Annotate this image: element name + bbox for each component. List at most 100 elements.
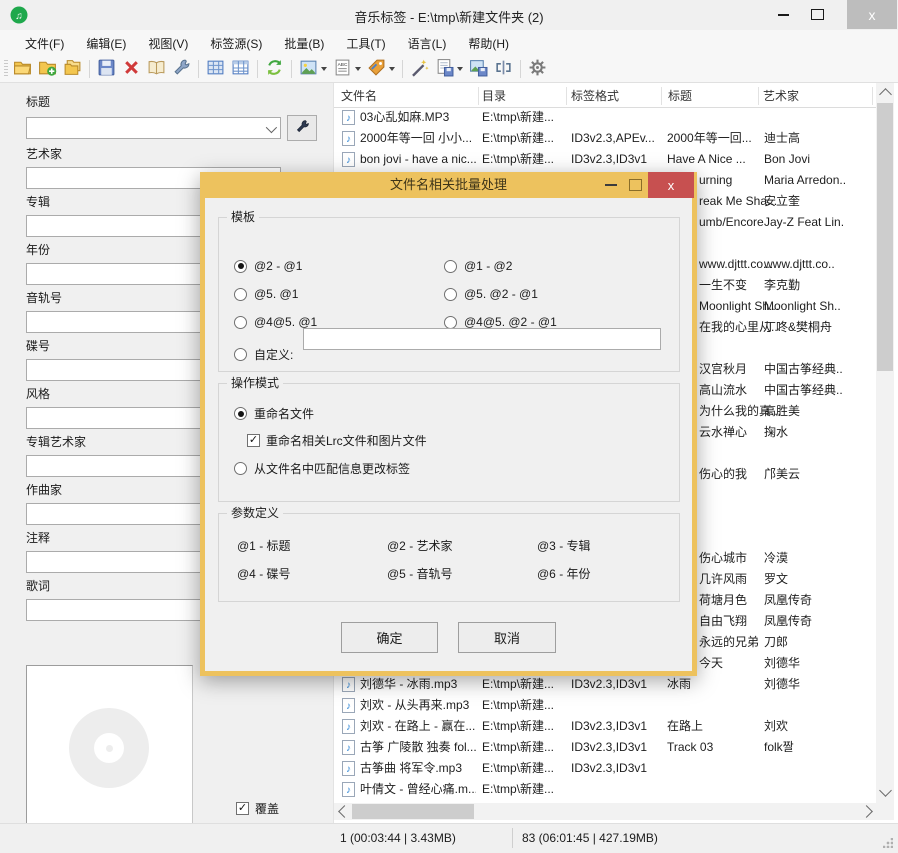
delete-button[interactable] (120, 57, 143, 81)
svg-text:ABC: ABC (338, 62, 348, 68)
title-tools-button[interactable] (287, 115, 317, 141)
menu-item-view[interactable]: 视图(V) (137, 31, 199, 56)
column-header-artist[interactable]: 艺术家 (763, 88, 799, 104)
cell-filename: 古筝曲 将军令.mp3 (360, 758, 476, 779)
template-option-radio-4[interactable]: @4@5. @1 (234, 315, 317, 329)
maximize-button[interactable] (800, 0, 834, 29)
open-folder-button[interactable] (11, 57, 34, 81)
scroll-up-icon[interactable] (879, 88, 892, 101)
settings-button[interactable] (526, 57, 549, 81)
cell-artist: 刘欢 (764, 716, 882, 737)
dialog-minimize-button[interactable] (605, 184, 617, 186)
refresh-button[interactable] (263, 57, 286, 81)
svg-text:♪: ♪ (346, 785, 351, 796)
ok-button[interactable]: 确定 (341, 622, 438, 653)
table-row[interactable]: ♪刘欢 - 在路上 - 赢在...E:\tmp\新建...ID3v2.3,ID3… (334, 716, 894, 737)
dialog-maximize-button[interactable] (629, 179, 642, 191)
file-list-header: 文件名 目录 标签格式 标题 艺术家 (334, 85, 894, 108)
menu-item-batch[interactable]: 批量(B) (273, 31, 335, 56)
table-row[interactable]: ♪bon jovi - have a nic...E:\tmp\新建...ID3… (334, 149, 894, 170)
add-folder-button[interactable] (36, 57, 59, 81)
table-row[interactable]: ♪古筝 广陵散 独奏 fol...E:\tmp\新建...ID3v2.3,ID3… (334, 737, 894, 758)
custom-template-radio[interactable]: 自定义: (234, 346, 293, 363)
horizontal-scrollbar[interactable] (334, 803, 876, 820)
template-option-radio-0[interactable]: @2 - @1 (234, 259, 302, 273)
menu-item-tag-source[interactable]: 标签源(S) (199, 31, 273, 56)
dropdown-arrow-icon[interactable] (389, 67, 395, 71)
column-header-tag-format[interactable]: 标签格式 (571, 88, 619, 104)
fix-tools-button[interactable] (170, 57, 193, 81)
audio-file-icon: ♪ (342, 131, 355, 146)
swap-fields-button[interactable] (492, 57, 515, 81)
open-folders-button[interactable] (61, 57, 84, 81)
table-row[interactable]: ♪2000年等一回 小小...E:\tmp\新建...ID3v2.3,APEv.… (334, 128, 894, 149)
title-combobox[interactable] (26, 117, 281, 139)
menu-item-file[interactable]: 文件(F) (14, 31, 75, 56)
rename-files-radio[interactable]: 重命名文件 (234, 405, 314, 422)
scroll-down-icon[interactable] (879, 784, 892, 797)
vertical-scroll-thumb[interactable] (877, 103, 893, 371)
magic-wand-button[interactable] (408, 57, 431, 81)
overwrite-label: 覆盖 (255, 800, 279, 817)
gear-icon (528, 58, 547, 80)
dropdown-arrow-icon[interactable] (457, 67, 463, 71)
audio-file-icon: ♪ (342, 152, 355, 167)
cover-art-button[interactable] (297, 57, 329, 81)
rename-related-checkbox[interactable]: ✓ 重命名相关Lrc文件和图片文件 (247, 432, 427, 449)
template-option-radio-3[interactable]: @5. @2 - @1 (444, 287, 538, 301)
table-row[interactable]: ♪03心乱如麻.MP3E:\tmp\新建... (334, 107, 894, 128)
dialog-close-button[interactable]: x (648, 172, 694, 198)
resize-grip[interactable] (883, 838, 893, 848)
match-from-filename-radio[interactable]: 从文件名中匹配信息更改标签 (234, 460, 410, 477)
dropdown-arrow-icon[interactable] (321, 67, 327, 71)
save-page-icon (435, 58, 454, 80)
custom-template-input[interactable] (303, 328, 661, 350)
cell-artist: 李克勤 (764, 275, 882, 296)
scroll-left-icon[interactable] (338, 805, 351, 818)
save-page-button[interactable] (433, 57, 465, 81)
minimize-button[interactable] (766, 0, 800, 29)
dropdown-arrow-icon[interactable] (355, 67, 361, 71)
table-row[interactable]: ♪古筝曲 将军令.mp3E:\tmp\新建...ID3v2.3,ID3v1 (334, 758, 894, 779)
scroll-right-icon[interactable] (860, 805, 873, 818)
menu-item-help[interactable]: 帮助(H) (457, 31, 520, 56)
svg-text:♪: ♪ (346, 722, 351, 733)
template-option-radio-1[interactable]: @1 - @2 (444, 259, 512, 273)
column-divider[interactable] (566, 87, 567, 105)
menu-item-edit[interactable]: 编辑(E) (75, 31, 137, 56)
grid-columns-button[interactable] (229, 57, 252, 81)
horizontal-scroll-thumb[interactable] (352, 804, 474, 819)
column-header-filename[interactable]: 文件名 (341, 88, 377, 104)
cancel-button[interactable]: 取消 (458, 622, 556, 653)
cd-icon (69, 708, 149, 788)
menu-item-tools[interactable]: 工具(T) (335, 31, 396, 56)
chevron-down-icon[interactable] (266, 122, 277, 133)
template-option-radio-5[interactable]: @4@5. @2 - @1 (444, 315, 557, 329)
match-from-filename-label: 从文件名中匹配信息更改标签 (254, 460, 410, 477)
template-option-radio-2[interactable]: @5. @1 (234, 287, 298, 301)
column-divider[interactable] (478, 87, 479, 105)
column-divider[interactable] (661, 87, 662, 105)
table-row[interactable]: ♪刘德华 - 冰雨.mp3E:\tmp\新建...ID3v2.3,ID3v1冰雨… (334, 674, 894, 695)
save-button[interactable] (95, 57, 118, 81)
column-divider[interactable] (872, 87, 873, 105)
tag-convert-button[interactable] (365, 57, 397, 81)
close-button[interactable]: x (847, 0, 897, 29)
column-header-title[interactable]: 标题 (668, 88, 692, 104)
cell-artist: 凤凰传奇 (764, 590, 882, 611)
library-button[interactable] (145, 57, 168, 81)
album-art-placeholder[interactable] (26, 665, 193, 832)
lyrics-button[interactable]: ABC (331, 57, 363, 81)
table-row[interactable]: ♪叶倩文 - 曾经心痛.m...E:\tmp\新建... (334, 779, 894, 800)
menu-item-language[interactable]: 语言(L) (397, 31, 458, 56)
column-divider[interactable] (758, 87, 759, 105)
grid-view-button[interactable] (204, 57, 227, 81)
save-image-button[interactable] (467, 57, 490, 81)
cell-artist: 迪士高 (764, 128, 882, 149)
vertical-scrollbar[interactable] (876, 83, 894, 803)
column-header-directory[interactable]: 目录 (482, 88, 506, 104)
lyrics-icon: ABC (333, 58, 352, 80)
table-row[interactable]: ♪刘欢 - 从头再来.mp3E:\tmp\新建... (334, 695, 894, 716)
overwrite-checkbox[interactable]: ✓覆盖 (236, 800, 279, 817)
cell-tag-format: ID3v2.3,ID3v1 (571, 149, 663, 170)
